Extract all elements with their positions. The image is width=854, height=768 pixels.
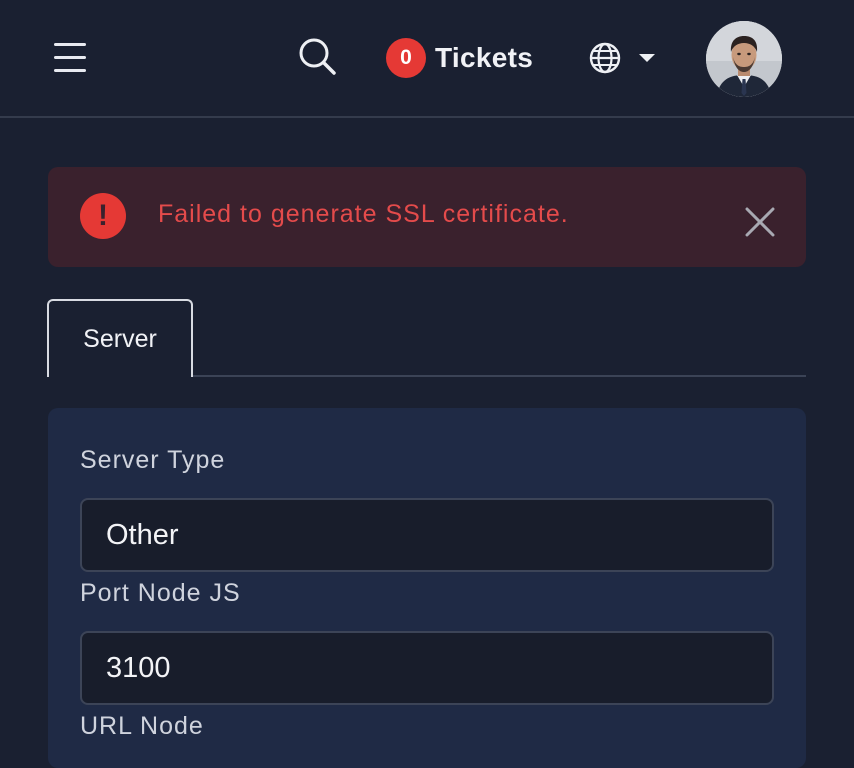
server-type-value: Other: [106, 518, 179, 551]
search-button[interactable]: [296, 36, 338, 78]
menu-icon-bar: [54, 43, 86, 46]
user-photo: [706, 21, 782, 97]
hamburger-menu-button[interactable]: [52, 40, 90, 74]
server-type-field[interactable]: Other: [80, 498, 774, 572]
user-avatar[interactable]: [706, 21, 782, 97]
port-node-js-label: Port Node JS: [80, 579, 241, 607]
search-icon: [299, 38, 336, 75]
tickets-button[interactable]: 0 Tickets: [386, 37, 533, 79]
language-selector[interactable]: [588, 40, 660, 76]
menu-icon-bar: [54, 69, 86, 72]
menu-icon-bar: [54, 56, 86, 59]
close-icon: [745, 207, 775, 237]
globe-icon: [589, 42, 621, 74]
alert-close-button[interactable]: [740, 202, 780, 242]
port-node-js-field[interactable]: 3100: [80, 631, 774, 705]
alert-message: Failed to generate SSL certificate.: [158, 200, 569, 228]
port-node-js-value: 3100: [106, 651, 171, 684]
tickets-count-badge: 0: [386, 38, 426, 78]
url-node-label: URL Node: [80, 712, 204, 740]
server-type-label: Server Type: [80, 446, 226, 474]
tab-server[interactable]: Server: [47, 299, 193, 377]
top-navbar: 0 Tickets: [0, 0, 854, 118]
caret-down-icon: [639, 54, 655, 62]
tickets-label: Tickets: [435, 42, 534, 73]
exclamation-circle-icon: !: [80, 193, 126, 239]
